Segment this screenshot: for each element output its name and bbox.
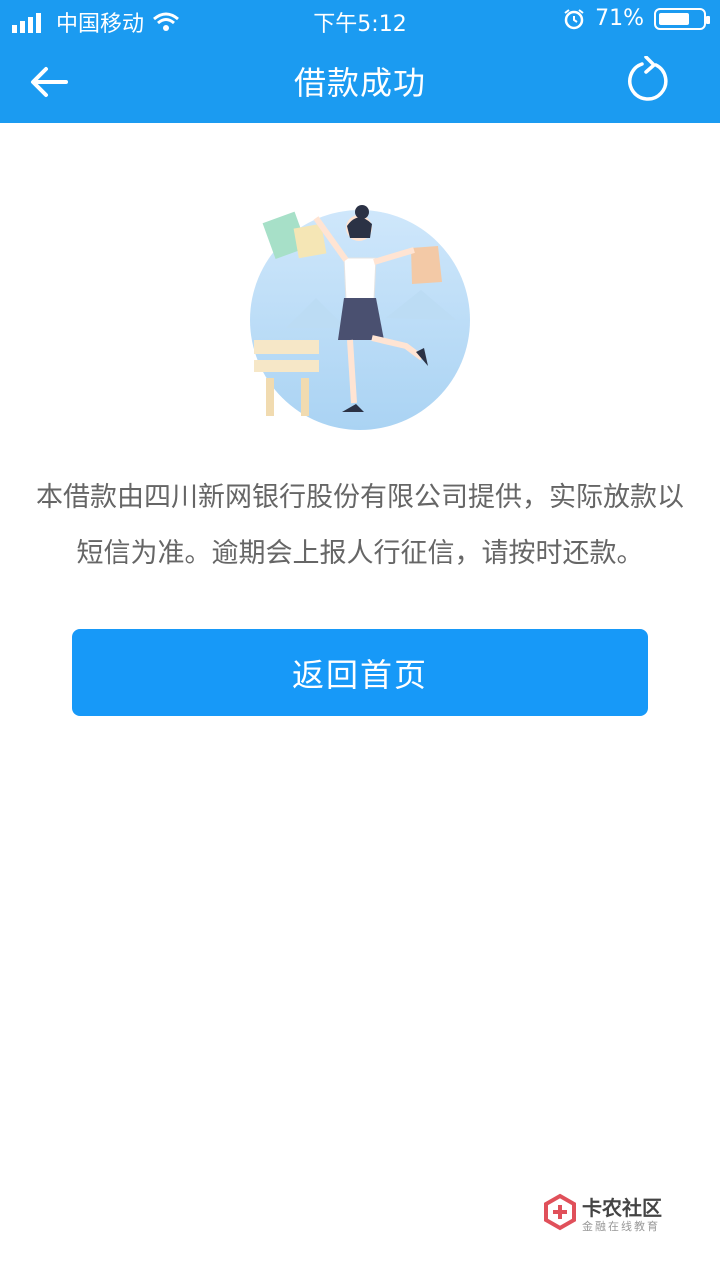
- watermark-title: 卡农社区: [582, 1196, 662, 1220]
- success-illustration: [250, 205, 470, 430]
- refresh-icon[interactable]: [624, 56, 672, 104]
- page-title: 借款成功: [293, 64, 426, 102]
- watermark: 卡农社区 金融在线教育: [540, 1188, 710, 1238]
- notice-line-2: 短信为准。逾期会上报人行征信，请按时还款。: [76, 538, 644, 569]
- return-home-label: 返回首页: [291, 655, 428, 694]
- nav-bar: 借款成功: [0, 40, 720, 123]
- battery-fill: [659, 12, 689, 25]
- battery-icon: [654, 7, 710, 30]
- status-right: 71%: [563, 6, 710, 31]
- battery-percent: 71%: [595, 6, 644, 31]
- return-home-button[interactable]: 返回首页: [72, 629, 648, 716]
- notice-line-1: 本借款由四川新网银行股份有限公司提供，实际放款以: [36, 482, 684, 513]
- header: 中国移动 下午5:12 71% 借款成功: [0, 0, 720, 123]
- alarm-icon: [564, 8, 584, 29]
- loan-notice: 本借款由四川新网银行股份有限公司提供，实际放款以 短信为准。逾期会上报人行征信，…: [28, 470, 692, 582]
- status-bar: 中国移动 下午5:12 71%: [0, 0, 720, 40]
- battery-nub: [706, 15, 710, 24]
- watermark-logo-icon: [544, 1193, 576, 1231]
- watermark-subtitle: 金融在线教育: [582, 1220, 660, 1233]
